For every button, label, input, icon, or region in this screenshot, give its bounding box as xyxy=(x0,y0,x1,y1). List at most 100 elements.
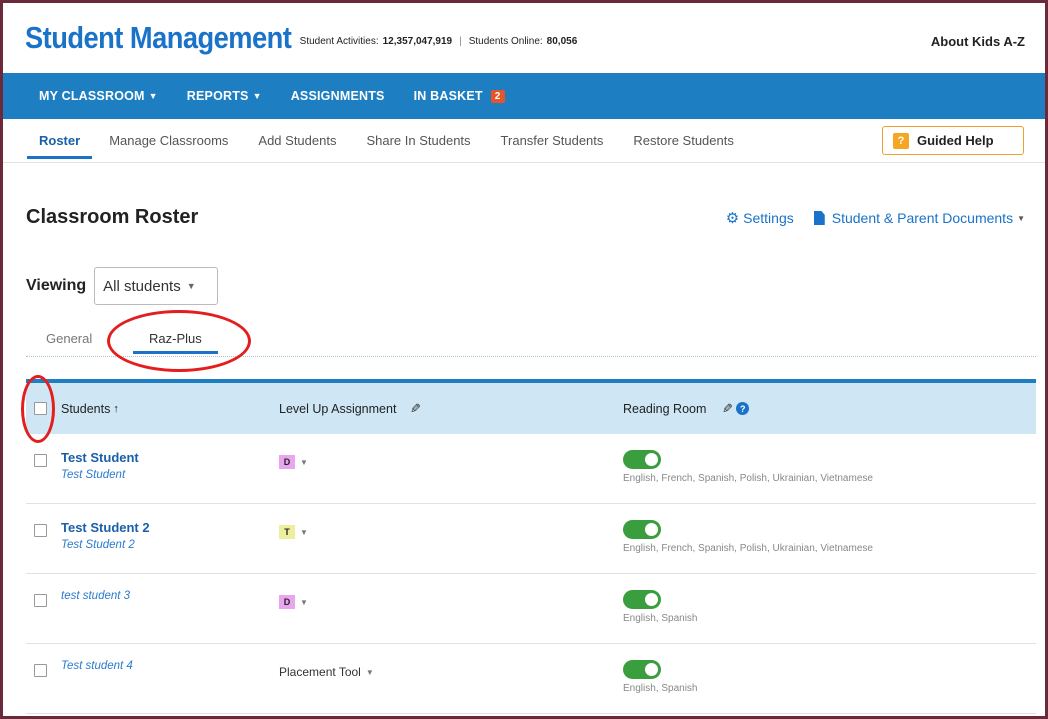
student-username: Test Student xyxy=(61,469,126,481)
languages-text: English, Spanish xyxy=(623,613,698,624)
reading-room-cell: English, Spanish xyxy=(623,660,698,694)
subnav-add-students[interactable]: Add Students xyxy=(243,119,351,163)
viewing-label: Viewing xyxy=(26,277,87,294)
caret-down-icon: ▼ xyxy=(1017,213,1025,223)
nav-reports-label: REPORTS xyxy=(186,89,249,103)
nav-in-basket-label: IN BASKET xyxy=(413,89,483,103)
student-name-cell: Test student 4 xyxy=(61,660,133,672)
students-header-label: Students xyxy=(61,401,111,416)
students-column-header[interactable]: Students ↑ xyxy=(61,402,119,416)
level-badge: T xyxy=(279,525,295,539)
caret-down-icon: ▼ xyxy=(148,91,158,101)
reading-room-toggle[interactable] xyxy=(623,450,661,469)
app-title[interactable]: Student Management xyxy=(25,20,292,56)
level-badge: D xyxy=(279,595,295,609)
level-dropdown[interactable]: Placement Tool ▼ xyxy=(279,665,374,679)
nav-assignments-label: ASSIGNMENTS xyxy=(290,89,385,103)
level-cell: Placement Tool ▼ xyxy=(279,660,374,679)
row-checkbox-cell xyxy=(34,664,47,677)
reading-room-toggle[interactable] xyxy=(623,590,661,609)
settings-link[interactable]: ⚙ Settings xyxy=(726,209,794,227)
level-dropdown[interactable]: D ▼ xyxy=(279,595,308,609)
select-all-checkbox[interactable] xyxy=(34,402,47,415)
reading-room-cell: English, Spanish xyxy=(623,590,698,624)
gear-icon: ⚙ xyxy=(725,210,740,227)
level-badge: D xyxy=(279,455,295,469)
student-name-cell: Test Student 2 Test Student 2 xyxy=(61,520,150,551)
documents-label: Student & Parent Documents xyxy=(831,210,1014,226)
caret-down-icon: ▼ xyxy=(252,91,262,101)
table-header: Students ↑ Level Up Assignment ✎ Reading… xyxy=(26,379,1036,434)
level-up-column-header: Level Up Assignment ✎ xyxy=(279,401,421,417)
app-window: Student Management Student Activities: 1… xyxy=(0,0,1048,719)
row-checkbox-cell xyxy=(34,594,47,607)
site-stats: Student Activities: 12,357,047,919 | Stu… xyxy=(300,30,578,47)
roster-table: Students ↑ Level Up Assignment ✎ Reading… xyxy=(26,379,1036,714)
languages-text: English, Spanish xyxy=(623,683,698,694)
help-icon: ? xyxy=(893,132,909,149)
languages-text: English, French, Spanish, Polish, Ukrain… xyxy=(623,473,873,484)
edit-pencil-icon[interactable]: ✎ xyxy=(722,401,733,417)
student-name-cell: test student 3 xyxy=(61,590,130,602)
subnav-transfer-students[interactable]: Transfer Students xyxy=(486,119,619,163)
row-checkbox[interactable] xyxy=(34,594,47,607)
documents-dropdown[interactable]: Student & Parent Documents ▼ xyxy=(813,210,1025,226)
document-icon xyxy=(813,211,825,225)
row-checkbox[interactable] xyxy=(34,454,47,467)
stats-divider: | xyxy=(459,35,462,47)
level-dropdown[interactable]: D ▼ xyxy=(279,455,308,469)
viewing-select[interactable]: All students ▼ xyxy=(94,267,219,305)
reading-room-toggle[interactable] xyxy=(623,520,661,539)
about-link[interactable]: About Kids A-Z xyxy=(931,34,1025,49)
caret-down-icon: ▼ xyxy=(300,527,308,537)
settings-label: Settings xyxy=(743,210,794,226)
online-count: 80,056 xyxy=(546,35,578,47)
student-username: Test Student 2 xyxy=(61,539,135,551)
student-name-link[interactable]: test student 3 xyxy=(61,590,130,602)
table-row: test student 3 D ▼ English, Spanish xyxy=(26,574,1036,644)
table-row: Test Student 2 Test Student 2 T ▼ Englis… xyxy=(26,504,1036,574)
student-name-link[interactable]: Test Student 2 xyxy=(61,520,150,535)
nav-assignments[interactable]: ASSIGNMENTS xyxy=(291,89,385,103)
nav-my-classroom-label: MY CLASSROOM xyxy=(39,89,145,103)
reading-room-column-header: Reading Room ✎ ? xyxy=(623,401,750,417)
page-title: Classroom Roster xyxy=(26,206,199,228)
level-dropdown[interactable]: T ▼ xyxy=(279,525,308,539)
sort-arrow-icon: ↑ xyxy=(113,402,119,415)
row-checkbox[interactable] xyxy=(34,664,47,677)
guided-help-label: Guided Help xyxy=(917,133,994,148)
tab-raz-plus[interactable]: Raz-Plus xyxy=(133,331,218,354)
in-basket-count-badge: 2 xyxy=(490,89,505,103)
level-cell: D ▼ xyxy=(279,450,308,469)
help-icon[interactable]: ? xyxy=(736,402,750,415)
caret-down-icon: ▼ xyxy=(300,597,308,607)
table-row: Test student 4 Placement Tool ▼ English,… xyxy=(26,644,1036,714)
nav-reports[interactable]: REPORTS ▼ xyxy=(187,89,262,103)
level-cell: D ▼ xyxy=(279,590,308,609)
table-row: Test Student Test Student D ▼ English, F… xyxy=(26,434,1036,504)
activities-label: Student Activities: xyxy=(299,35,379,47)
subnav-manage-classrooms[interactable]: Manage Classrooms xyxy=(94,119,243,163)
guided-help-button[interactable]: ? Guided Help xyxy=(882,126,1024,155)
subnav-restore-students[interactable]: Restore Students xyxy=(618,119,748,163)
student-name-link[interactable]: Test student 4 xyxy=(61,660,133,672)
row-checkbox-cell xyxy=(34,524,47,537)
top-header: Student Management Student Activities: 1… xyxy=(3,3,1045,73)
student-name-link[interactable]: Test Student xyxy=(61,450,139,465)
edit-pencil-icon[interactable]: ✎ xyxy=(410,401,421,417)
level-up-header-label: Level Up Assignment xyxy=(279,401,397,416)
online-label: Students Online: xyxy=(468,35,543,47)
caret-down-icon: ▼ xyxy=(186,281,196,291)
tab-general[interactable]: General xyxy=(46,331,92,346)
student-name-cell: Test Student Test Student xyxy=(61,450,139,481)
nav-in-basket[interactable]: IN BASKET 2 xyxy=(414,89,505,103)
languages-text: English, French, Spanish, Polish, Ukrain… xyxy=(623,543,873,554)
reading-room-header-label: Reading Room xyxy=(623,401,707,416)
row-checkbox[interactable] xyxy=(34,524,47,537)
reading-room-cell: English, French, Spanish, Polish, Ukrain… xyxy=(623,520,873,554)
subnav-share-in-students[interactable]: Share In Students xyxy=(351,119,485,163)
nav-my-classroom[interactable]: MY CLASSROOM ▼ xyxy=(39,89,158,103)
reading-room-toggle[interactable] xyxy=(623,660,661,679)
caret-down-icon: ▼ xyxy=(300,457,308,467)
subnav-roster[interactable]: Roster xyxy=(25,119,94,163)
